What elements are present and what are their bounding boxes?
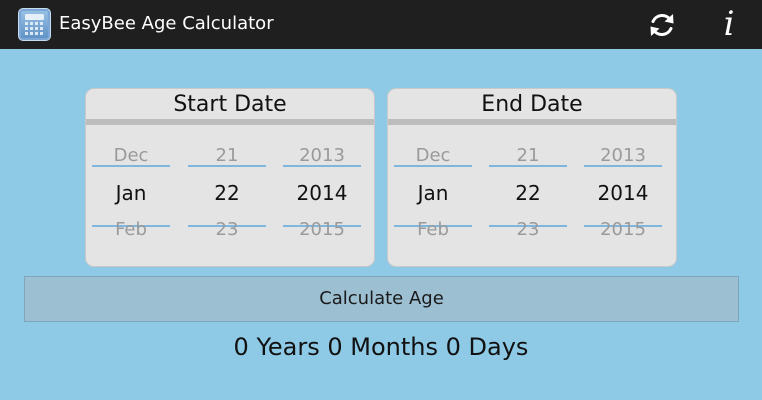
age-result: 0 Years 0 Months 0 Days [233,333,529,361]
start-day-next[interactable]: 23 [188,219,266,240]
start-year-next[interactable]: 2015 [283,219,361,240]
refresh-icon[interactable] [646,9,678,41]
start-month-current[interactable]: Jan [92,181,170,205]
end-month-current[interactable]: Jan [394,181,472,205]
end-day-prev[interactable]: 21 [489,145,567,166]
picker-line [489,165,567,167]
app-title: EasyBee Age Calculator [59,13,274,34]
end-year-prev[interactable]: 2013 [584,145,662,166]
picker-line [283,165,361,167]
start-date-title: Start Date [173,92,287,117]
action-bar: EasyBee Age Calculator i [0,0,762,49]
picker-line [188,165,266,167]
picker-line [584,165,662,167]
start-month-next[interactable]: Feb [92,219,170,240]
start-day-current[interactable]: 22 [188,181,266,205]
start-date-panel: Start Date Dec Jan Feb 21 22 23 2013 201… [85,88,375,267]
start-year-current[interactable]: 2014 [283,181,361,205]
start-year-prev[interactable]: 2013 [283,145,361,166]
end-year-picker[interactable]: 2013 2014 2015 [584,125,662,265]
start-day-picker[interactable]: 21 22 23 [188,125,266,265]
end-date-panel: End Date Dec Jan Feb 21 22 23 2013 2014 … [387,88,677,267]
end-day-current[interactable]: 22 [489,181,567,205]
info-icon[interactable]: i [718,4,740,44]
calculate-age-button[interactable]: Calculate Age [24,276,739,322]
end-month-prev[interactable]: Dec [394,145,472,166]
start-year-picker[interactable]: 2013 2014 2015 [283,125,361,265]
end-year-current[interactable]: 2014 [584,181,662,205]
end-day-picker[interactable]: 21 22 23 [489,125,567,265]
picker-line [394,165,472,167]
calculator-icon [18,8,51,41]
start-date-picker: Dec Jan Feb 21 22 23 2013 2014 2015 [86,125,374,265]
end-year-next[interactable]: 2015 [584,219,662,240]
start-month-prev[interactable]: Dec [92,145,170,166]
end-date-picker: Dec Jan Feb 21 22 23 2013 2014 2015 [388,125,676,265]
end-date-title: End Date [481,92,583,117]
end-day-next[interactable]: 23 [489,219,567,240]
end-month-picker[interactable]: Dec Jan Feb [394,125,472,265]
start-day-prev[interactable]: 21 [188,145,266,166]
start-month-picker[interactable]: Dec Jan Feb [92,125,170,265]
end-month-next[interactable]: Feb [394,219,472,240]
picker-line [92,165,170,167]
